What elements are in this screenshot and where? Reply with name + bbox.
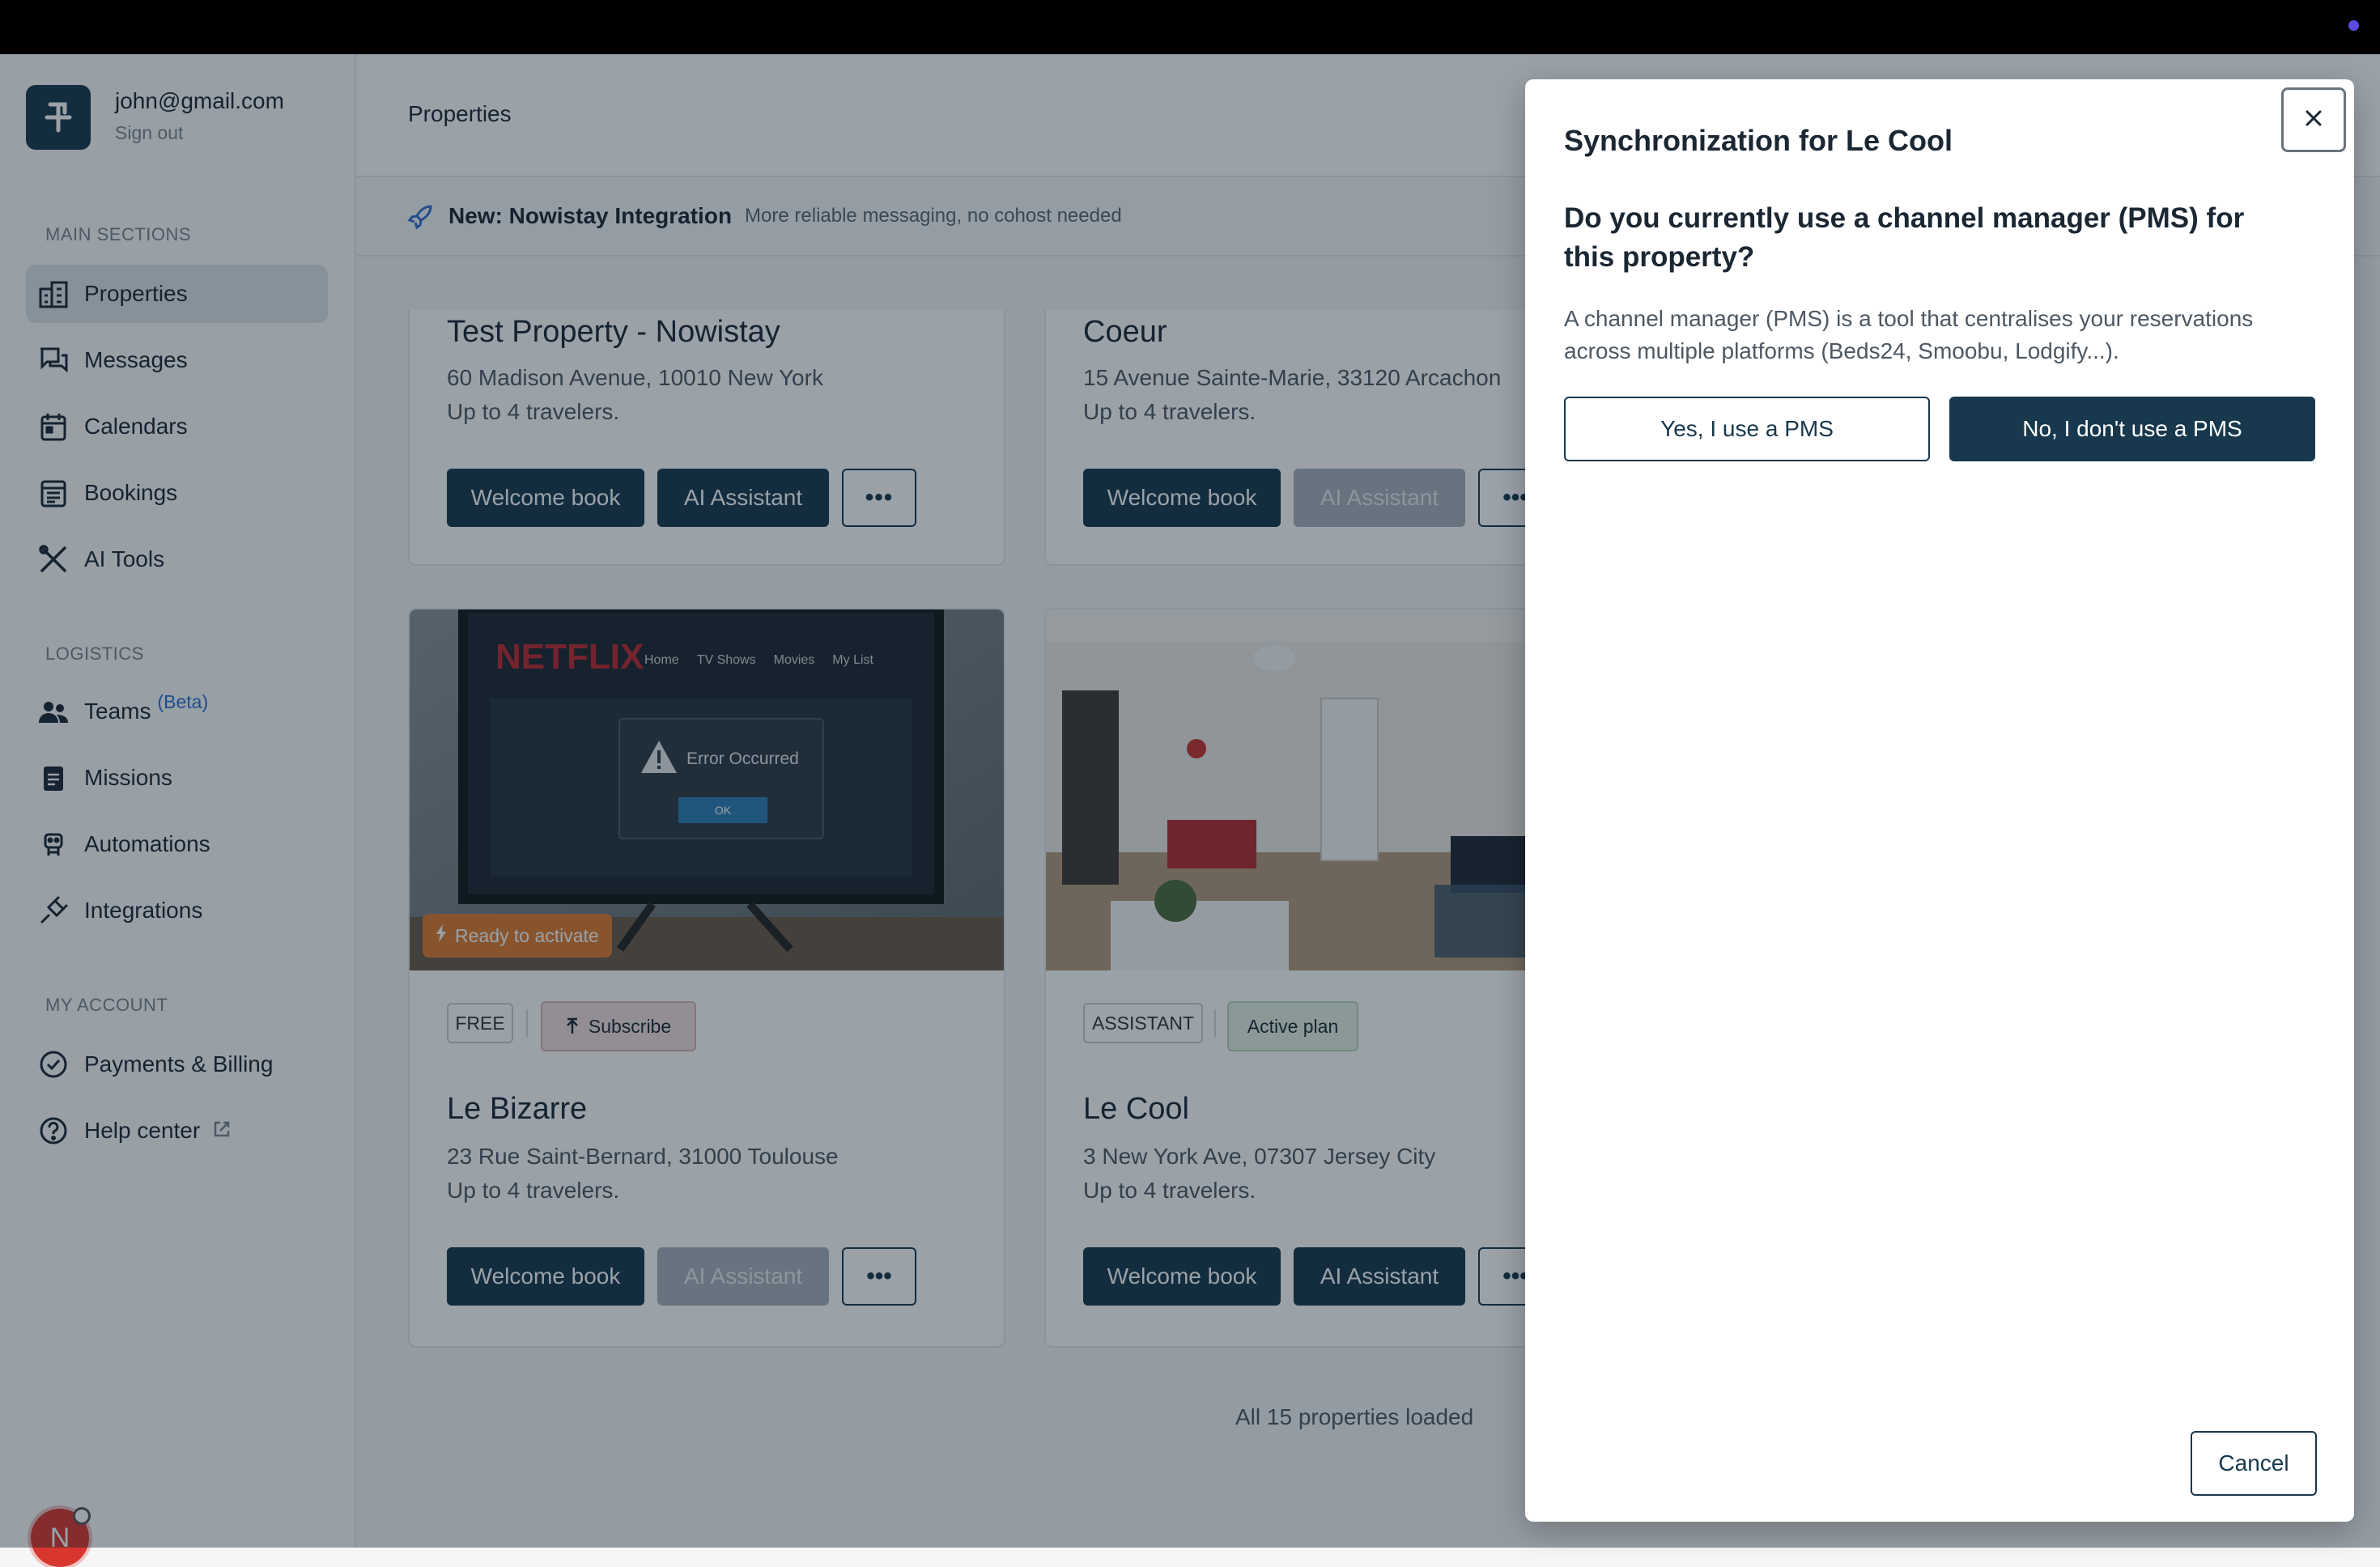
- no-pms-button[interactable]: No, I don't use a PMS: [1949, 397, 2315, 461]
- cancel-button[interactable]: Cancel: [2191, 1431, 2317, 1496]
- close-button[interactable]: [2281, 87, 2346, 152]
- top-bar: [0, 0, 2380, 54]
- yes-pms-button[interactable]: Yes, I use a PMS: [1564, 397, 1930, 461]
- modal-question: Do you currently use a channel manager (…: [1564, 202, 2245, 273]
- modal-description: A channel manager (PMS) is a tool that c…: [1564, 306, 2254, 363]
- close-icon: [2305, 109, 2323, 131]
- modal-title: Synchronization for Le Cool: [1564, 124, 1953, 157]
- sync-modal: Synchronization for Le Cool Do you curre…: [1525, 79, 2354, 1522]
- status-dot: [2348, 20, 2359, 31]
